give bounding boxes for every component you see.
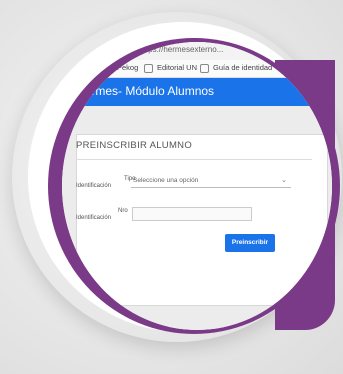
- preinscribir-button[interactable]: Preinscribir: [225, 234, 275, 252]
- browser-address-bar: Seguro | https://hermesexterno...: [62, 42, 332, 61]
- nro-label: Nro: [118, 208, 128, 214]
- bookmark-pekog[interactable]: Pekog: [104, 63, 138, 73]
- nro-label-identificacion: Identificación: [76, 215, 112, 221]
- select-value: Seleccione una opción: [133, 177, 199, 184]
- bookmark-editorial-un[interactable]: Editorial UN: [144, 63, 197, 73]
- chevron-down-icon: ⌄: [281, 177, 287, 184]
- screenshot-viewport: Seguro | https://hermesexterno... Pekog …: [62, 42, 332, 330]
- bookmark-icon: [104, 63, 113, 73]
- card-title: PREINSCRIBIR ALUMNO: [76, 140, 193, 151]
- bookmark-label: Pekog: [117, 63, 139, 72]
- app-title: Hermes- Módulo Alumnos: [76, 84, 215, 98]
- bookmark-label: Guía de identidad: [213, 63, 273, 72]
- app-header: Hermes- Módulo Alumnos: [62, 78, 332, 106]
- bookmark-icon: [144, 63, 153, 73]
- bookmarks-bar: Pekog Editorial UN Guía de identidad: [62, 60, 332, 78]
- bookmark-icon: [200, 63, 209, 73]
- card-divider: [76, 159, 312, 160]
- bookmark-guia-identidad[interactable]: Guía de identidad: [200, 63, 272, 73]
- tipo-label-identificacion: Identificación: [76, 183, 112, 189]
- tipo-identificacion-select[interactable]: Seleccione una opción ⌄: [131, 176, 291, 188]
- url-text[interactable]: Seguro | https://hermesexterno...: [107, 45, 223, 54]
- nro-identificacion-input[interactable]: [132, 207, 252, 221]
- bookmark-label: Editorial UN: [157, 63, 198, 72]
